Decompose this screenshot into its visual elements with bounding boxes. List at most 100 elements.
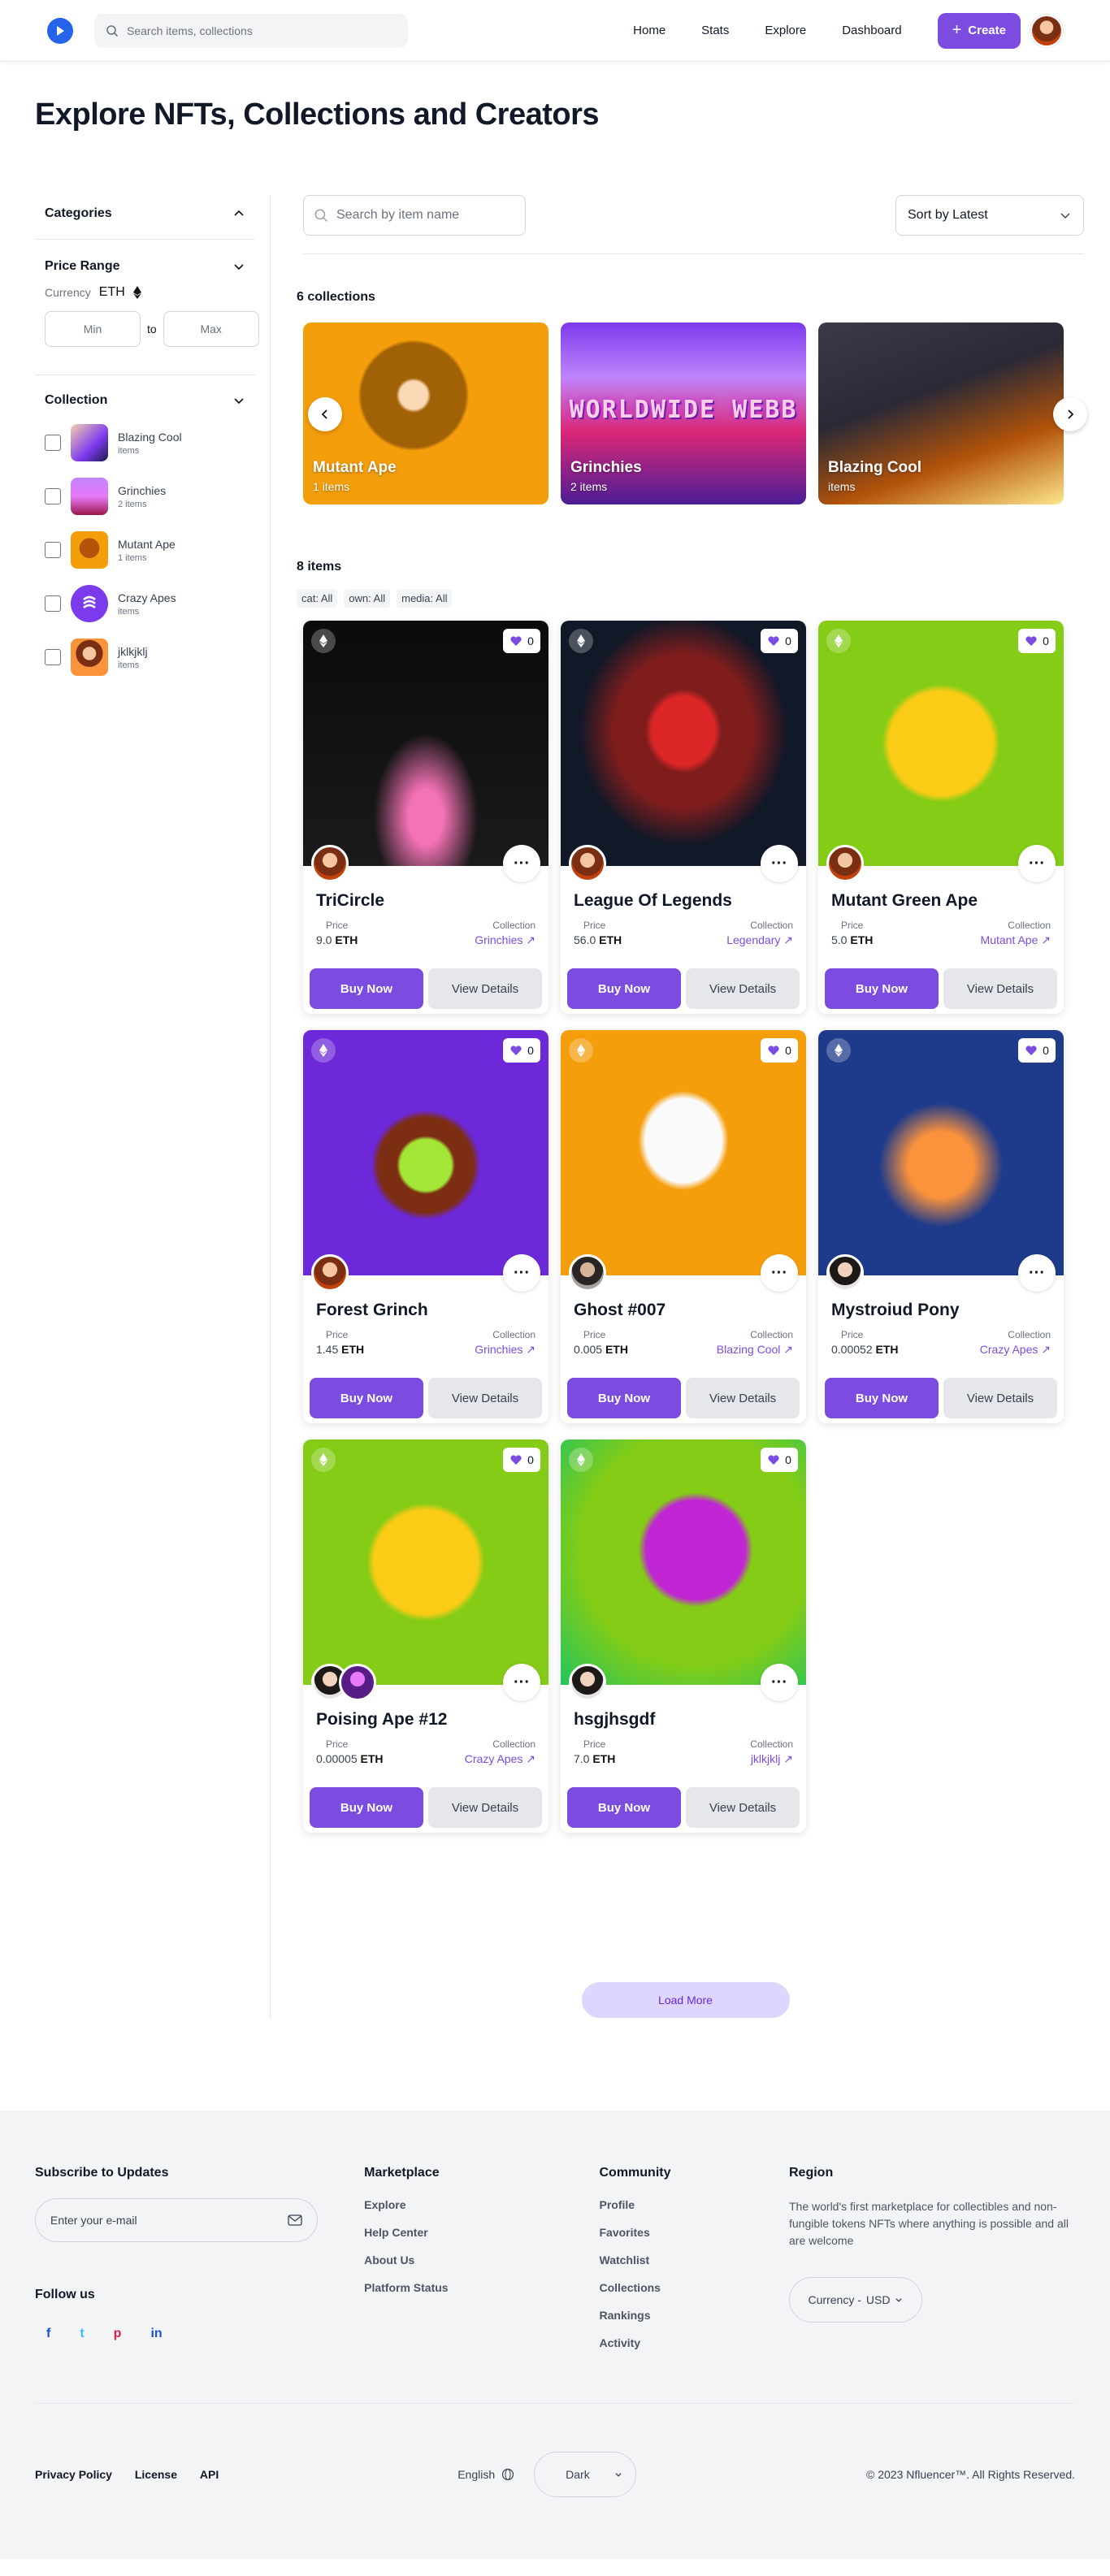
sort-dropdown[interactable]: Sort by Latest xyxy=(895,195,1084,236)
nft-title[interactable]: Mystroiud Pony xyxy=(831,1301,960,1320)
footer-link-watchlist[interactable]: Watchlist xyxy=(600,2253,790,2266)
create-button[interactable]: + Create xyxy=(937,12,1021,49)
price-range-toggle[interactable]: Price Range xyxy=(45,259,245,274)
nft-image[interactable]: 0 xyxy=(303,621,548,866)
view-details-button[interactable]: View Details xyxy=(943,968,1057,1009)
min-price-input[interactable] xyxy=(45,311,141,347)
pinterest-icon[interactable]: p xyxy=(114,2327,122,2341)
email-subscribe[interactable] xyxy=(35,2198,318,2242)
footer-link-rankings[interactable]: Rankings xyxy=(600,2309,790,2322)
buy-now-button[interactable]: Buy Now xyxy=(567,1787,681,1828)
nft-card[interactable]: 0 ··· Forest Grinch Price 1.45 ETH Colle… xyxy=(303,1030,548,1423)
view-details-button[interactable]: View Details xyxy=(428,1378,542,1418)
linkedin-icon[interactable]: in xyxy=(150,2327,162,2341)
footer-link-collections[interactable]: Collections xyxy=(600,2281,790,2294)
item-search-input[interactable] xyxy=(336,208,515,223)
footer-link-platform-status[interactable]: Platform Status xyxy=(364,2281,599,2294)
language-selector[interactable]: English xyxy=(457,2468,514,2481)
owner-avatar[interactable] xyxy=(311,1254,349,1292)
more-options-button[interactable]: ··· xyxy=(761,1664,798,1701)
filter-chip-category[interactable]: cat: All xyxy=(297,589,338,608)
collection-filter-item[interactable]: Grinchies 2 items xyxy=(45,478,245,515)
nav-dashboard[interactable]: Dashboard xyxy=(842,24,901,37)
like-button[interactable]: 0 xyxy=(503,1038,540,1063)
owner-avatar[interactable] xyxy=(569,845,606,882)
nft-image[interactable]: 0 xyxy=(303,1030,548,1275)
nft-card[interactable]: 0 ··· hsgjhsgdf Price 7.0 ETH Collection… xyxy=(561,1440,806,1833)
checkbox[interactable] xyxy=(45,595,61,612)
nft-card[interactable]: 0 ··· Poising Ape #12 Price 0.00005 ETH … xyxy=(303,1440,548,1833)
nft-card[interactable]: 0 ··· TriCircle Price 9.0 ETH Collection… xyxy=(303,621,548,1014)
like-button[interactable]: 0 xyxy=(761,1038,798,1063)
buy-now-button[interactable]: Buy Now xyxy=(825,968,939,1009)
footer-link-help-center[interactable]: Help Center xyxy=(364,2226,599,2239)
nft-title[interactable]: hsgjhsgdf xyxy=(574,1710,655,1730)
owner-avatar[interactable] xyxy=(339,1664,376,1701)
filter-chip-media[interactable]: media: All xyxy=(397,589,453,608)
nft-title[interactable]: League Of Legends xyxy=(574,891,732,911)
collection-link[interactable]: Grinchies ↗ xyxy=(475,1343,535,1357)
like-button[interactable]: 0 xyxy=(503,629,540,653)
categories-toggle[interactable]: Categories xyxy=(45,206,245,221)
like-button[interactable]: 0 xyxy=(1018,629,1056,653)
like-button[interactable]: 0 xyxy=(503,1448,540,1472)
owner-avatar[interactable] xyxy=(826,1254,864,1292)
item-search[interactable] xyxy=(303,195,526,236)
collection-filter-item[interactable]: Mutant Ape 1 items xyxy=(45,531,245,569)
nft-title[interactable]: Forest Grinch xyxy=(316,1301,428,1320)
theme-select[interactable]: Dark xyxy=(534,2452,637,2497)
buy-now-button[interactable]: Buy Now xyxy=(310,968,423,1009)
filter-chip-owner[interactable]: own: All xyxy=(344,589,391,608)
collection-card[interactable]: Blazing Cool items xyxy=(818,323,1064,504)
collection-link[interactable]: Legendary ↗ xyxy=(726,933,793,947)
collection-link[interactable]: Crazy Apes ↗ xyxy=(980,1343,1051,1357)
checkbox[interactable] xyxy=(45,435,61,451)
nft-title[interactable]: TriCircle xyxy=(316,891,384,911)
header-search[interactable] xyxy=(94,13,408,48)
collection-link[interactable]: jklkjklj ↗ xyxy=(750,1752,793,1766)
buy-now-button[interactable]: Buy Now xyxy=(310,1378,423,1418)
facebook-icon[interactable]: f xyxy=(46,2327,50,2341)
view-details-button[interactable]: View Details xyxy=(428,1787,542,1828)
max-price-input[interactable] xyxy=(163,311,259,347)
user-avatar[interactable] xyxy=(1030,14,1063,47)
nft-card[interactable]: 0 ··· League Of Legends Price 56.0 ETH C… xyxy=(561,621,806,1014)
owner-avatar[interactable] xyxy=(311,845,349,882)
more-options-button[interactable]: ··· xyxy=(761,1254,798,1292)
owner-avatar[interactable] xyxy=(569,1254,606,1292)
more-options-button[interactable]: ··· xyxy=(1018,1254,1056,1292)
collection-link[interactable]: Grinchies ↗ xyxy=(475,933,535,947)
footer-link-activity[interactable]: Activity xyxy=(600,2336,790,2349)
nft-title[interactable]: Mutant Green Ape xyxy=(831,891,978,911)
collection-toggle[interactable]: Collection xyxy=(45,393,245,408)
api-link[interactable]: API xyxy=(200,2468,219,2481)
more-options-button[interactable]: ··· xyxy=(503,1254,540,1292)
view-details-button[interactable]: View Details xyxy=(686,1787,800,1828)
more-options-button[interactable]: ··· xyxy=(503,1664,540,1701)
view-details-button[interactable]: View Details xyxy=(686,968,800,1009)
header-search-input[interactable] xyxy=(127,24,397,37)
checkbox[interactable] xyxy=(45,649,61,665)
buy-now-button[interactable]: Buy Now xyxy=(825,1378,939,1418)
collection-filter-item[interactable]: Blazing Cool items xyxy=(45,424,245,461)
nft-title[interactable]: Ghost #007 xyxy=(574,1301,666,1320)
collection-link[interactable]: Crazy Apes ↗ xyxy=(465,1752,535,1766)
owner-avatar[interactable] xyxy=(826,845,864,882)
footer-link-profile[interactable]: Profile xyxy=(600,2198,790,2211)
nft-card[interactable]: 0 ··· Mutant Green Ape Price 5.0 ETH Col… xyxy=(818,621,1064,1014)
checkbox[interactable] xyxy=(45,542,61,558)
more-options-button[interactable]: ··· xyxy=(761,845,798,882)
buy-now-button[interactable]: Buy Now xyxy=(567,1378,681,1418)
like-button[interactable]: 0 xyxy=(761,1448,798,1472)
view-details-button[interactable]: View Details xyxy=(943,1378,1057,1418)
carousel-prev-button[interactable] xyxy=(308,397,342,431)
nft-image[interactable]: 0 xyxy=(303,1440,548,1685)
privacy-policy-link[interactable]: Privacy Policy xyxy=(35,2468,112,2481)
view-details-button[interactable]: View Details xyxy=(428,968,542,1009)
nft-card[interactable]: 0 ··· Mystroiud Pony Price 0.00052 ETH C… xyxy=(818,1030,1064,1423)
buy-now-button[interactable]: Buy Now xyxy=(567,968,681,1009)
collection-filter-item[interactable]: jklkjklj items xyxy=(45,639,245,676)
owner-avatar[interactable] xyxy=(569,1664,606,1701)
currency-select[interactable]: Currency - USD xyxy=(789,2277,922,2323)
nft-image[interactable]: 0 xyxy=(818,1030,1064,1275)
